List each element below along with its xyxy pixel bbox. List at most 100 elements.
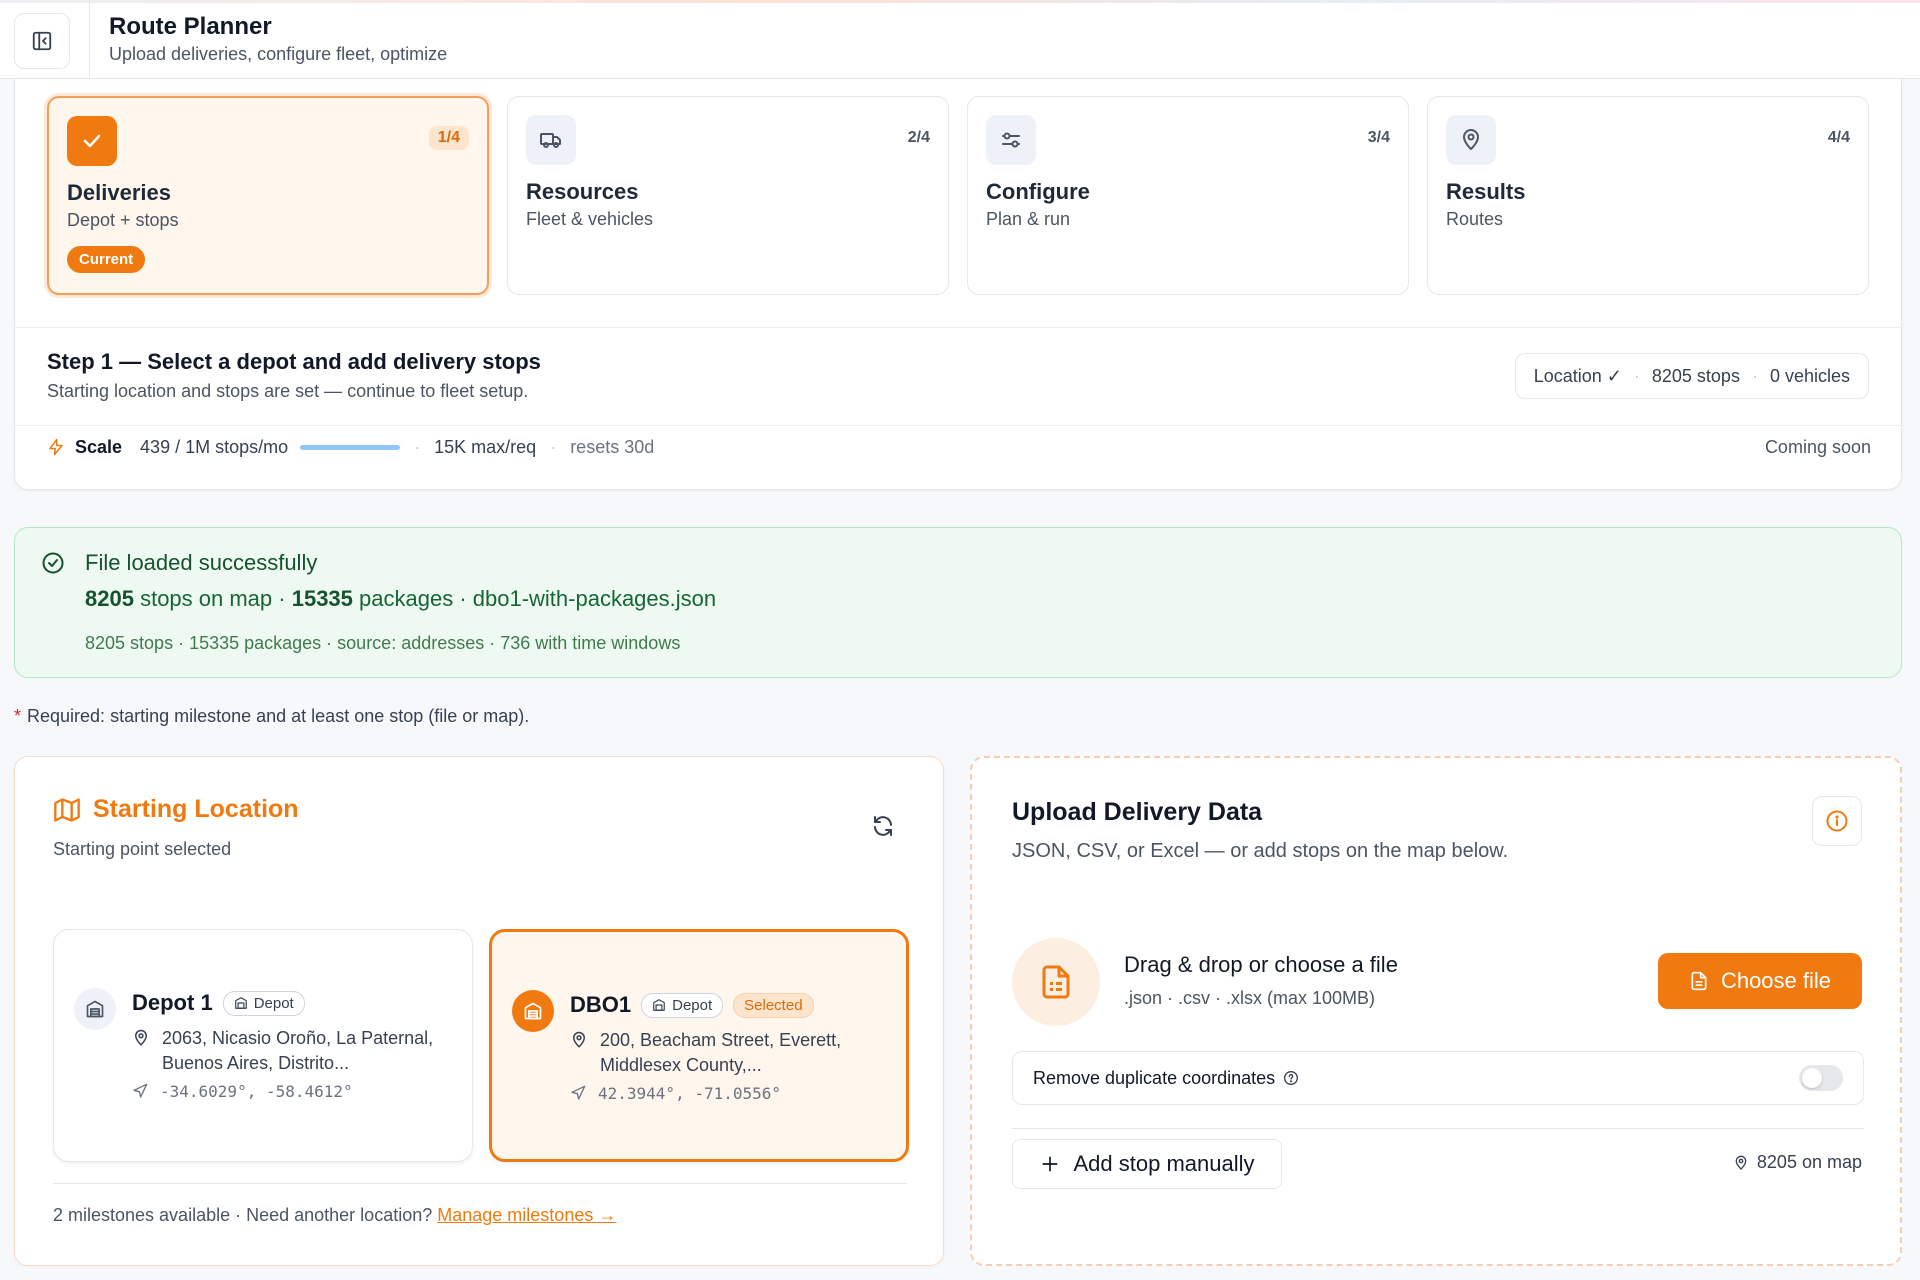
success-stops-text: stops on map · bbox=[140, 586, 286, 611]
navigation-icon bbox=[133, 1083, 148, 1098]
file-icon-container bbox=[1012, 938, 1100, 1026]
step-card-results[interactable]: 4/4 Results Routes bbox=[1427, 96, 1869, 295]
truck-icon bbox=[540, 133, 561, 148]
bolt-icon bbox=[47, 438, 65, 456]
drag-drop-formats: .json · .csv · .xlsx (max 100MB) bbox=[1124, 988, 1376, 1008]
stops-on-map: 8205 on map bbox=[1733, 1152, 1862, 1173]
scale-usage: 439 / 1M stops/mo bbox=[140, 436, 289, 457]
step-subtitle: Depot + stops bbox=[67, 210, 179, 230]
step-card-deliveries[interactable]: 1/4 Deliveries Depot + stops Current bbox=[47, 96, 489, 295]
choose-file-label: Choose file bbox=[1720, 968, 1832, 993]
sliders-icon bbox=[1002, 132, 1020, 148]
step-title: Deliveries bbox=[67, 180, 171, 205]
depot-coordinates: 42.3944°, -71.0556° bbox=[570, 1084, 781, 1103]
step-icon-container bbox=[1446, 115, 1496, 165]
required-note: * Required: starting milestone and at lea… bbox=[14, 706, 529, 727]
starting-location-subtitle: Starting point selected bbox=[53, 839, 232, 859]
add-stop-label: Add stop manually bbox=[1073, 1151, 1255, 1176]
starting-location-title: Starting Location bbox=[53, 795, 299, 824]
map-pin-icon bbox=[1735, 1155, 1747, 1170]
scale-status: Coming soon bbox=[1764, 436, 1871, 457]
step-number: 4/4 bbox=[1827, 129, 1850, 146]
chip-stops: 8205 stops bbox=[1651, 365, 1740, 386]
depot-name: DBO1 Depot Selected bbox=[570, 992, 814, 1018]
chip-vehicles: 0 vehicles bbox=[1769, 365, 1850, 386]
steps-panel: 1/4 Deliveries Depot + stops Current 2/4… bbox=[14, 79, 1903, 490]
panel-divider bbox=[15, 327, 1903, 328]
upload-delivery-card: Upload Delivery Data JSON, CSV, or Excel… bbox=[970, 756, 1902, 1266]
milestones-footer: 2 milestones available · Need another lo… bbox=[53, 1205, 616, 1226]
success-packages-count: 15335 bbox=[291, 586, 353, 611]
current-badge: Current bbox=[67, 246, 146, 273]
drag-drop-title: Drag & drop or choose a file bbox=[1124, 952, 1398, 977]
step-description: Starting location and stops are set — co… bbox=[47, 381, 529, 401]
depot-tag-text: Depot bbox=[672, 996, 713, 1014]
map-pin-icon bbox=[1463, 129, 1479, 150]
depot-avatar bbox=[512, 990, 554, 1032]
choose-file-button[interactable]: Choose file bbox=[1658, 953, 1862, 1009]
milestones-count-text: 2 milestones available · Need another lo… bbox=[53, 1205, 433, 1225]
usage-progress-fill bbox=[300, 444, 401, 450]
refresh-icon[interactable] bbox=[871, 814, 895, 838]
step-card-configure[interactable]: 3/4 Configure Plan & run bbox=[967, 96, 1409, 295]
required-asterisk: * bbox=[14, 706, 22, 726]
chip-separator: · bbox=[1751, 365, 1758, 386]
status-chips: Location ✓ · 8205 stops · 0 vehicles bbox=[1514, 353, 1869, 399]
map-pin-icon bbox=[134, 1029, 148, 1046]
starting-location-label: Starting Location bbox=[93, 795, 299, 823]
step-card-resources[interactable]: 2/4 Resources Fleet & vehicles bbox=[507, 96, 949, 295]
step-number: 1/4 bbox=[428, 126, 469, 150]
depot-card-dbo1[interactable]: DBO1 Depot Selected 200, Beacham Street,… bbox=[489, 929, 909, 1162]
location-divider bbox=[53, 1183, 907, 1184]
warehouse-icon bbox=[234, 997, 247, 1009]
manage-milestones-link[interactable]: Manage milestones → bbox=[437, 1205, 616, 1225]
remove-duplicates-toggle[interactable] bbox=[1799, 1065, 1843, 1091]
step-number: 3/4 bbox=[1367, 129, 1390, 146]
scale-label: Scale bbox=[75, 436, 123, 457]
depot-address: 200, Beacham Street, Everett, Middlesex … bbox=[570, 1028, 890, 1078]
scale-max: 15K max/req bbox=[434, 436, 537, 457]
scale-resets: resets 30d bbox=[570, 436, 655, 457]
step-subtitle: Plan & run bbox=[986, 209, 1071, 229]
selected-badge: Selected bbox=[733, 992, 814, 1018]
chip-location: Location ✓ bbox=[1533, 365, 1622, 386]
depot-coordinates-text: 42.3944°, -71.0556° bbox=[598, 1084, 782, 1103]
map-icon bbox=[54, 797, 80, 822]
step-icon-container bbox=[67, 116, 117, 166]
app-subtitle: Upload deliveries, configure fleet, opti… bbox=[109, 44, 448, 64]
warehouse-icon bbox=[86, 1000, 104, 1018]
upload-title: Upload Delivery Data bbox=[1012, 798, 1263, 826]
file-loaded-banner: File loaded successfully 8205 stops on m… bbox=[14, 527, 1902, 678]
chip-separator: · bbox=[1633, 365, 1640, 386]
scale-row: Scale 439 / 1M stops/mo · 15K max/req · … bbox=[47, 427, 1871, 467]
plus-icon bbox=[1042, 1156, 1057, 1172]
step-title: Results bbox=[1446, 179, 1526, 204]
info-button[interactable] bbox=[1812, 796, 1862, 846]
check-circle-icon bbox=[42, 552, 64, 574]
sidebar-toggle-button[interactable] bbox=[14, 13, 70, 69]
remove-duplicates-label: Remove duplicate coordinates bbox=[1033, 1067, 1276, 1088]
starting-location-card: Starting Location Starting point selecte… bbox=[14, 756, 944, 1266]
help-circle-icon[interactable] bbox=[1283, 1070, 1299, 1086]
add-stop-manually-button[interactable]: Add stop manually bbox=[1012, 1139, 1282, 1189]
stops-on-map-text: 8205 on map bbox=[1756, 1152, 1862, 1172]
navigation-icon bbox=[571, 1085, 586, 1100]
usage-progress-bar bbox=[300, 444, 401, 450]
step-icon-container bbox=[986, 115, 1036, 165]
success-title: File loaded successfully bbox=[85, 550, 318, 575]
depot-tag-text: Depot bbox=[253, 994, 294, 1012]
depot-card-depot-1[interactable]: Depot 1 Depot 2063, Nicasio Oroño, La Pa… bbox=[53, 929, 473, 1162]
step-subtitle: Fleet & vehicles bbox=[526, 209, 654, 229]
warehouse-icon bbox=[653, 999, 665, 1011]
step-heading: Step 1 — Select a depot and add delivery… bbox=[47, 349, 541, 374]
depot-address-text: 200, Beacham Street, Everett, Middlesex … bbox=[600, 1030, 842, 1075]
depot-address: 2063, Nicasio Oroño, La Paternal, Buenos… bbox=[132, 1026, 452, 1076]
scale-separator: · bbox=[414, 436, 421, 457]
scale-separator: · bbox=[550, 436, 557, 457]
panel-divider bbox=[15, 425, 1903, 426]
depot-coordinates: -34.6029°, -58.4612° bbox=[132, 1082, 353, 1101]
success-summary: 8205 stops on map · 15335 packages · dbo… bbox=[85, 586, 716, 612]
header-accent-line bbox=[0, 0, 1920, 3]
remove-duplicates-row: Remove duplicate coordinates bbox=[1012, 1051, 1864, 1105]
file-spreadsheet-icon bbox=[1042, 965, 1070, 999]
